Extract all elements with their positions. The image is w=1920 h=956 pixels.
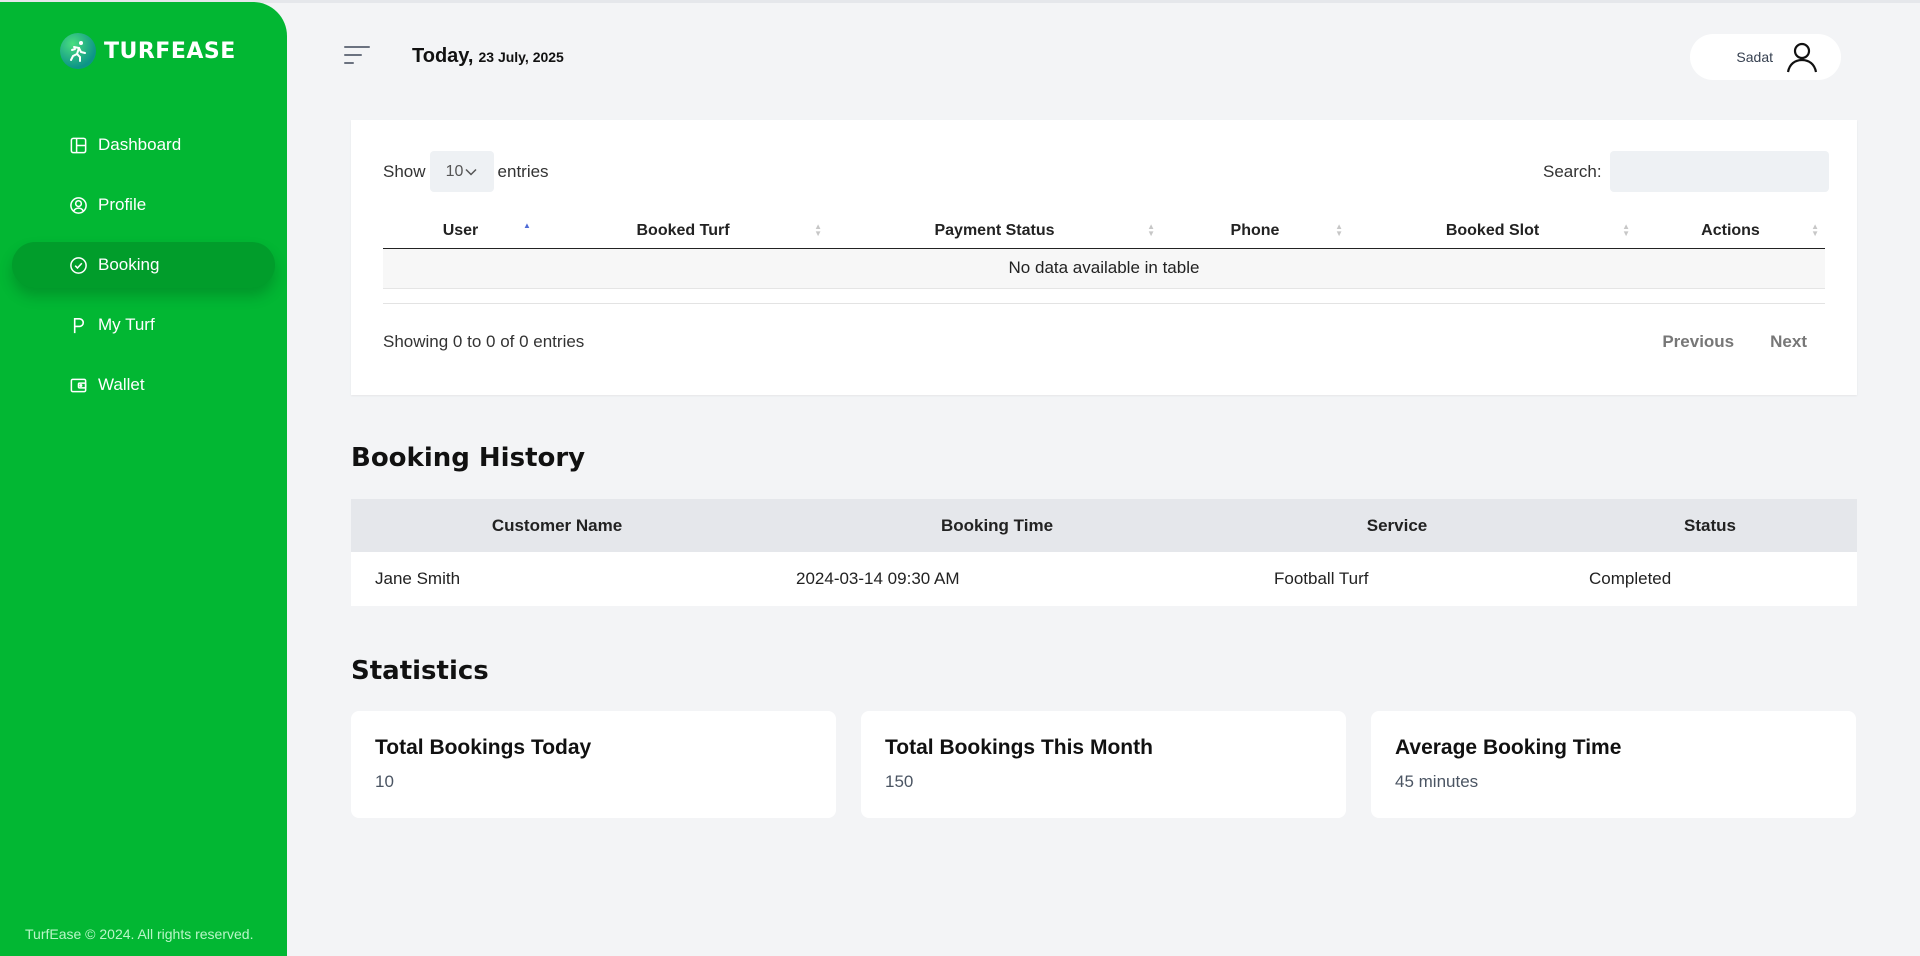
sidebar-item-profile[interactable]: Profile (12, 182, 275, 228)
current-date: 23 July, 2025 (478, 49, 564, 65)
user-icon (1786, 42, 1818, 73)
bookings-table: User ▲ Booked Turf ▲ ▼ Payment Status ▲ ▼ … (383, 214, 1825, 289)
customer-name-cell: Jane Smith (375, 569, 461, 588)
table-search: Search: (1543, 151, 1829, 192)
stat-value: 45 minutes (1395, 772, 1479, 791)
sort-icon: ▲ ▼ (1811, 222, 1819, 238)
stat-title: Total Bookings This Month (885, 736, 1153, 759)
service-cell: Football Turf (1274, 569, 1369, 588)
history-col-status: Status (1563, 499, 1857, 552)
sidebar-footer: TurfEase © 2024. All rights reserved. (25, 926, 254, 942)
stat-card-total-month: Total Bookings This Month 150 (861, 711, 1346, 818)
stat-card-average-time: Average Booking Time 45 minutes (1371, 711, 1856, 818)
page-length-value: 10 (445, 162, 464, 180)
status-cell: Completed (1589, 569, 1672, 588)
date-display: Today, 23 July, 2025 (412, 45, 564, 68)
history-header-row: Customer Name Booking Time Service Statu… (351, 499, 1857, 552)
history-col-customer-name: Customer Name (351, 499, 763, 552)
sort-icon: ▲ ▼ (1335, 222, 1343, 238)
stat-value: 150 (885, 772, 914, 791)
sidebar-item-label: Wallet (98, 375, 145, 394)
column-header-user[interactable]: User ▲ (383, 214, 538, 249)
check-circle-icon (70, 256, 87, 274)
empty-table-message: No data available in table (383, 248, 1825, 289)
pagination: Previous Next (1662, 332, 1807, 352)
sidebar-item-label: Booking (98, 255, 160, 274)
entries-label: entries (497, 161, 549, 181)
sidebar-item-my-turf[interactable]: My Turf (12, 302, 275, 348)
table-row-empty: No data available in table (383, 248, 1825, 289)
column-header-payment-status[interactable]: Payment Status ▲ ▼ (828, 214, 1161, 249)
sort-icon: ▲ ▼ (814, 222, 822, 238)
show-label: Show (383, 161, 426, 181)
sort-icon: ▲ ▼ (1622, 222, 1630, 238)
booking-time-cell: 2024-03-14 09:30 AM (796, 569, 960, 588)
table-divider (383, 303, 1825, 304)
stat-title: Average Booking Time (1395, 736, 1622, 759)
stat-title: Total Bookings Today (375, 736, 592, 759)
sidebar-item-dashboard[interactable]: Dashboard (12, 122, 275, 168)
sidebar-item-booking[interactable]: Booking (12, 242, 275, 288)
column-header-actions[interactable]: Actions ▲ ▼ (1636, 214, 1825, 249)
table-row: Jane Smith 2024-03-14 09:30 AM Football … (351, 552, 1857, 606)
sidebar-item-label: Profile (98, 195, 147, 214)
history-col-booking-time: Booking Time (763, 499, 1231, 552)
sidebar-item-label: My Turf (98, 315, 155, 334)
statistics-title: Statistics (351, 656, 489, 686)
brand-logo-icon (60, 33, 96, 69)
brand[interactable]: TURFEASE (60, 33, 236, 69)
sidebar-nav: Dashboard Profile Booking My Turf Wallet (12, 122, 275, 422)
user-circle-icon (70, 196, 87, 214)
page-length-control: Show 10 entries (383, 151, 549, 192)
chevron-down-icon (465, 168, 477, 176)
bookings-datatable-card: Show 10 entries Search: User ▲ Booked Tu… (351, 120, 1857, 395)
user-menu-button[interactable]: Sadat (1690, 34, 1841, 80)
wallet-icon (70, 378, 87, 392)
booking-history-title: Booking History (351, 443, 586, 473)
user-name: Sadat (1736, 49, 1773, 65)
search-label: Search: (1543, 161, 1602, 181)
column-header-booked-turf[interactable]: Booked Turf ▲ ▼ (538, 214, 828, 249)
sort-icon: ▲ ▼ (1147, 222, 1155, 238)
table-info: Showing 0 to 0 of 0 entries (383, 332, 585, 351)
table-header-row: User ▲ Booked Turf ▲ ▼ Payment Status ▲ ▼ … (383, 214, 1825, 249)
history-col-service: Service (1231, 499, 1563, 552)
next-page-button[interactable]: Next (1770, 332, 1807, 352)
search-input[interactable] (1609, 151, 1829, 192)
top-border (0, 0, 1920, 3)
brand-name: TURFEASE (104, 38, 236, 64)
column-header-phone[interactable]: Phone ▲ ▼ (1161, 214, 1349, 249)
stat-card-total-today: Total Bookings Today 10 (351, 711, 836, 818)
booking-history-table: Customer Name Booking Time Service Statu… (351, 499, 1857, 606)
stat-value: 10 (375, 772, 394, 791)
column-header-booked-slot[interactable]: Booked Slot ▲ ▼ (1349, 214, 1636, 249)
previous-page-button[interactable]: Previous (1662, 332, 1734, 352)
today-label: Today, (412, 45, 474, 67)
page-length-select[interactable]: 10 (429, 151, 494, 192)
layout-icon (70, 137, 87, 153)
sidebar: TURFEASE Dashboard Profile Booking My Tu… (0, 2, 287, 956)
sort-asc-icon: ▲ (523, 221, 531, 230)
menu-toggle-icon[interactable] (344, 46, 370, 68)
sidebar-item-wallet[interactable]: Wallet (12, 362, 275, 408)
parking-icon (73, 317, 85, 333)
sidebar-item-label: Dashboard (98, 135, 182, 154)
